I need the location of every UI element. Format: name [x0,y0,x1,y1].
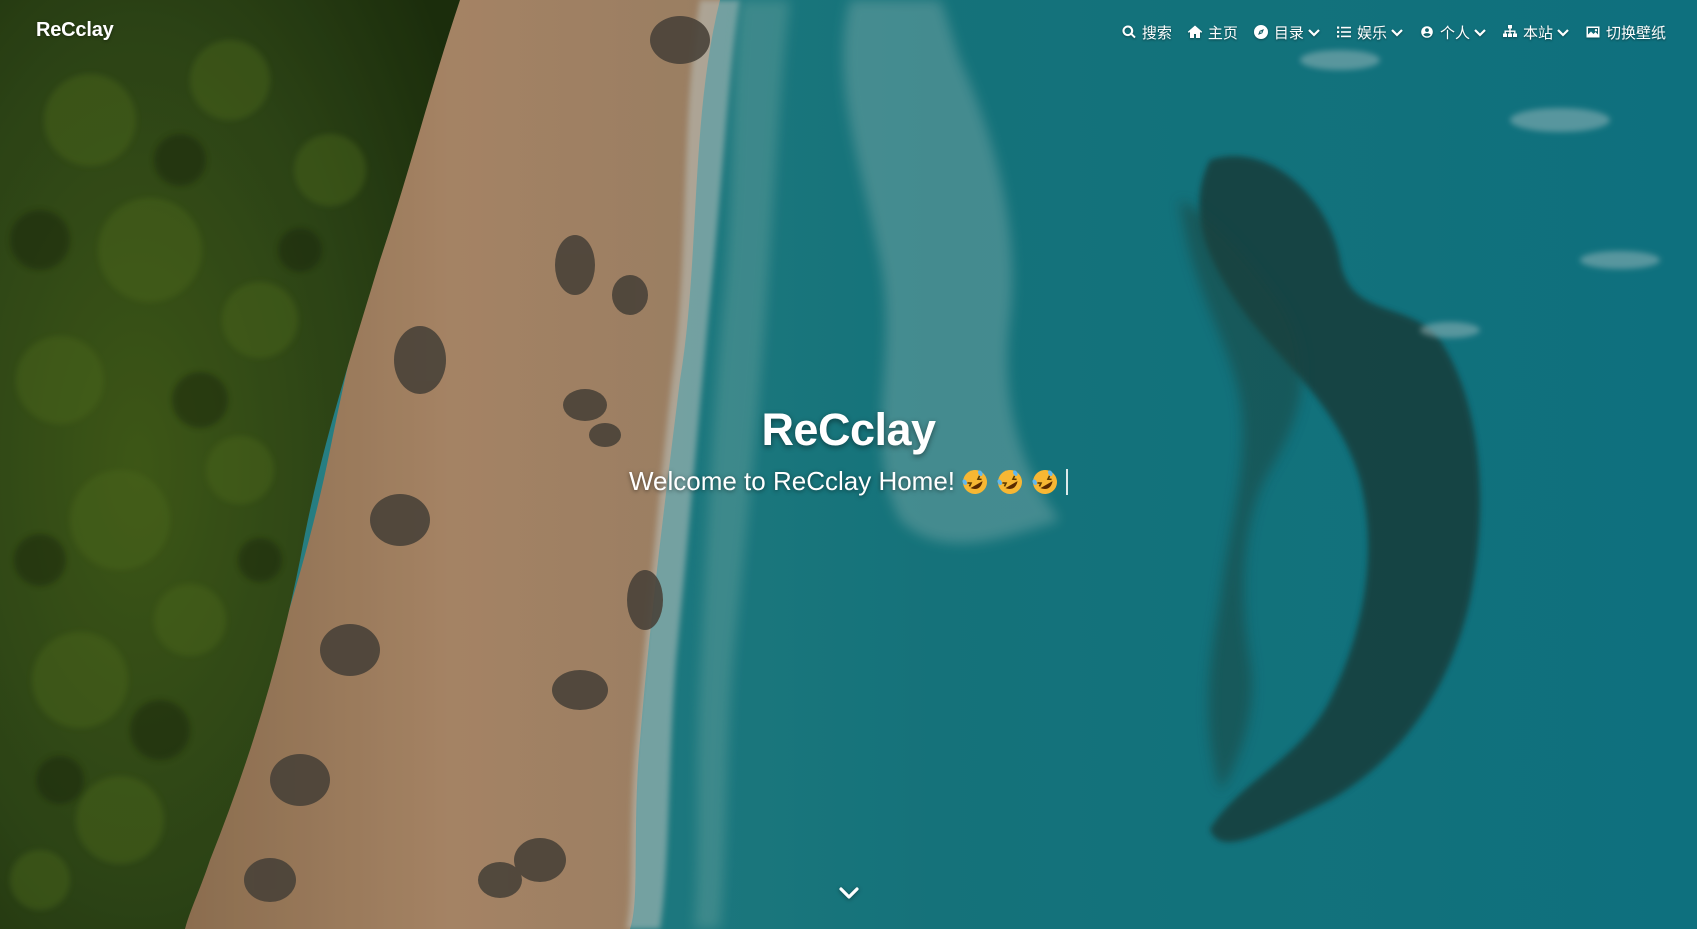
subtitle-text: Welcome to ReCclay Home! [628,466,956,496]
nav-item-search[interactable]: 搜索 [1121,20,1172,44]
home-icon [1187,24,1203,40]
typing-cursor [1066,468,1069,495]
nav-item-label: 个人 [1439,24,1470,42]
site-title: ReCclay [761,404,936,455]
scroll-down-button[interactable] [836,880,862,906]
compass-icon [1253,24,1269,40]
nav-item-switch-wallpaper[interactable]: 切换壁纸 [1585,20,1666,44]
sitemap-icon [1502,24,1518,40]
rolling-on-floor-laughing-emoji [1030,467,1060,497]
chevron-down-icon [1390,25,1404,39]
site-brand-link[interactable]: ReCclay [36,19,114,42]
nav-item-home[interactable]: 主页 [1187,20,1238,44]
nav-item-site[interactable]: 本站 [1502,20,1570,44]
chevron-down-icon [1556,25,1570,39]
nav-item-personal[interactable]: 个人 [1419,20,1487,44]
image-icon [1585,24,1601,40]
nav-menu: 搜索 主页 目录 娱乐 个人 本站 切换壁纸 [1106,20,1666,44]
search-icon [1121,24,1137,40]
background-overlay [0,0,1697,929]
nav-item-catalog[interactable]: 目录 [1253,20,1321,44]
nav-item-entertainment[interactable]: 娱乐 [1336,20,1404,44]
chevron-down-icon [1473,25,1487,39]
nav-item-label: 主页 [1207,24,1238,42]
nav-item-label: 切换壁纸 [1605,24,1666,42]
nav-item-label: 搜索 [1141,24,1172,42]
chevron-down-icon [1307,25,1321,39]
rolling-on-floor-laughing-emoji [995,467,1025,497]
nav-item-label: 本站 [1522,24,1553,42]
nav-item-label: 娱乐 [1356,24,1387,42]
site-subtitle: Welcome to ReCclay Home! [0,466,1697,497]
nav-item-label: 目录 [1273,24,1304,42]
user-circle-icon [1419,24,1435,40]
navbar: ReCclay 搜索 主页 目录 娱乐 个人 本站 切换壁纸 [0,0,1697,64]
rolling-on-floor-laughing-emoji [960,467,990,497]
chevron-down-icon [839,887,859,899]
list-icon [1336,24,1352,40]
